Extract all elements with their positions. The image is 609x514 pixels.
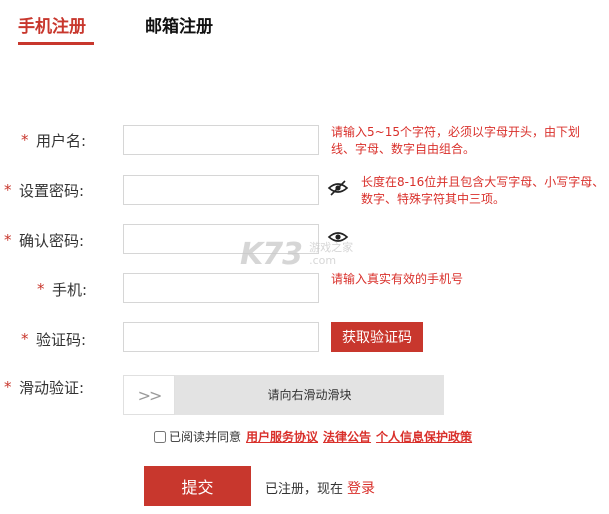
watermark-logo: K73 游戏之家 .com xyxy=(240,237,353,272)
phone-input[interactable] xyxy=(123,273,319,303)
login-prompt: 已注册，现在 登录 xyxy=(265,478,375,498)
captcha-label: 验证码: xyxy=(36,331,87,349)
watermark-logo-mark: K73 xyxy=(240,237,303,272)
slider-handle[interactable]: >> xyxy=(123,375,175,415)
required-mark: * xyxy=(37,280,45,298)
watermark-domain: .com xyxy=(309,254,337,267)
required-mark: * xyxy=(21,330,29,348)
active-tab-underline xyxy=(18,42,94,45)
username-hint: 请输入5~15个字符，必须以字母开头，由下划线、字母、数字自由组合。 xyxy=(331,125,580,156)
privacy-policy-link[interactable]: 个人信息保护政策 xyxy=(376,428,472,445)
agreement-checkbox[interactable] xyxy=(154,430,166,443)
submit-button[interactable]: 提交 xyxy=(144,466,251,506)
agreement-row: 已阅读并同意 用户服务协议 法律公告 个人信息保护政策 xyxy=(154,428,472,445)
password-hint: 长度在8-16位并且包含大写字母、小写字母、数字、特殊字符其中三项。 xyxy=(361,175,605,206)
slider-instruction: 请向右滑动滑块 xyxy=(267,388,352,402)
password-label: 设置密码: xyxy=(19,182,85,200)
user-service-agreement-link[interactable]: 用户服务协议 xyxy=(246,428,318,445)
phone-label: 手机: xyxy=(52,281,88,299)
slider-label: 滑动验证: xyxy=(19,379,85,397)
legal-notice-link[interactable]: 法律公告 xyxy=(323,428,371,445)
username-input[interactable] xyxy=(123,125,319,155)
get-captcha-button[interactable]: 获取验证码 xyxy=(331,322,423,352)
double-chevron-right-icon: >> xyxy=(137,385,163,405)
required-mark: * xyxy=(4,378,12,396)
required-mark: * xyxy=(4,231,12,249)
hide-password-icon[interactable] xyxy=(327,180,349,196)
tab-email-register[interactable]: 邮箱注册 xyxy=(145,12,213,37)
phone-hint: 请输入真实有效的手机号 xyxy=(331,272,464,286)
tab-phone-register[interactable]: 手机注册 xyxy=(18,12,86,37)
required-mark: * xyxy=(4,181,12,199)
username-label: 用户名: xyxy=(36,132,87,150)
login-prompt-text: 已注册，现在 xyxy=(265,482,344,497)
watermark-text: 游戏之家 xyxy=(309,241,354,254)
confirm-password-label: 确认密码: xyxy=(19,232,85,250)
agreement-prefix: 已阅读并同意 xyxy=(169,430,242,444)
required-mark: * xyxy=(21,131,29,149)
captcha-input[interactable] xyxy=(123,322,319,352)
password-input[interactable] xyxy=(123,175,319,205)
login-link[interactable]: 登录 xyxy=(347,481,375,497)
